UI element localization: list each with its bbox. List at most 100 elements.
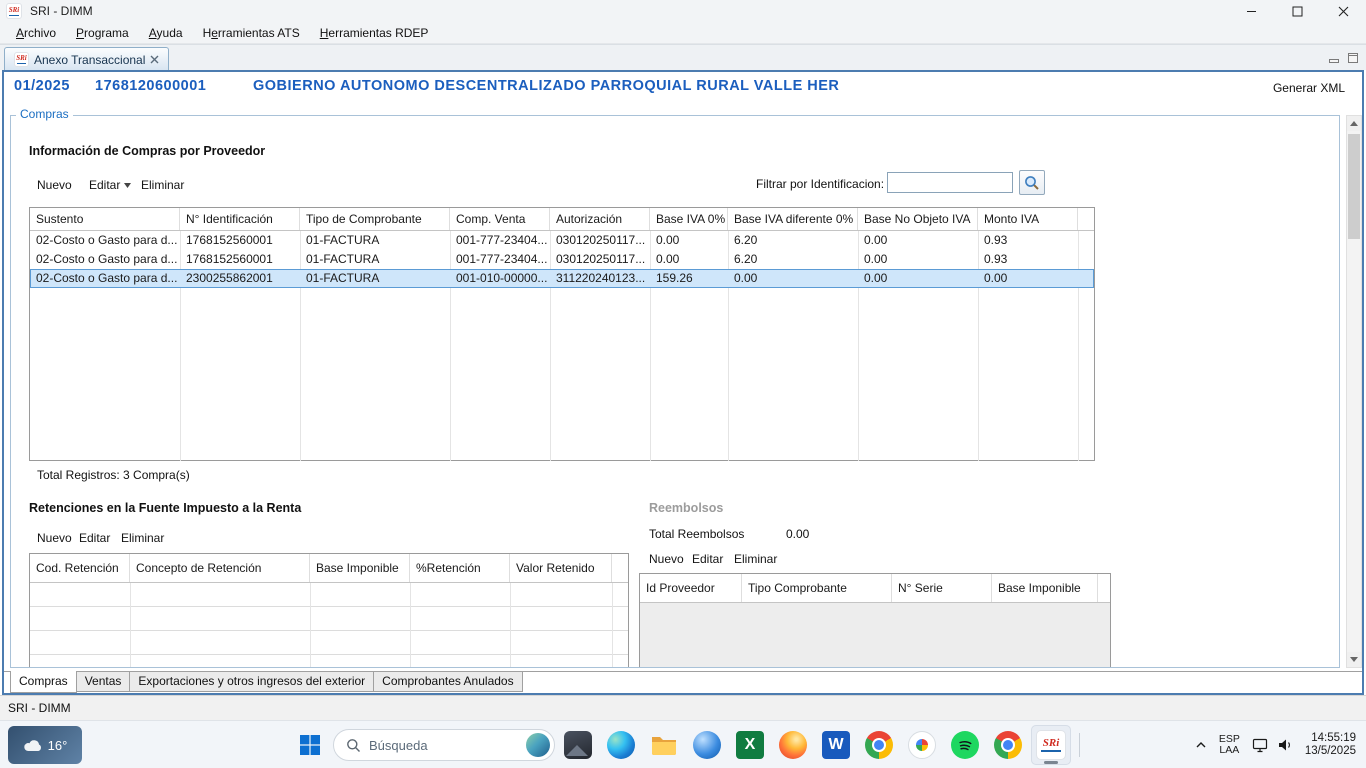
bottom-tab-ventas[interactable]: Ventas [76,672,131,692]
column-header[interactable]: Valor Retenido [510,554,612,582]
table-cell: 0.00 [978,269,1078,288]
table-row[interactable]: 02-Costo o Gasto para d... 1768152560001… [30,231,1094,250]
taskbar-divider [1079,733,1080,757]
table-cell: 6.20 [728,250,858,269]
menu-herramientas-ats[interactable]: Herramientas ATS [193,22,310,43]
retenciones-table-body[interactable] [30,583,628,668]
bottom-tab-bar: Compras Ventas Exportaciones y otros ing… [4,671,1362,693]
app-icon-photos[interactable] [558,725,598,765]
app-icon-chrome-2[interactable] [988,725,1028,765]
app-icon-sri-dimm[interactable]: SRi [1031,725,1071,765]
reembolsos-editar-button[interactable]: Editar [692,552,723,566]
column-header[interactable]: N° Identificación [180,208,300,230]
scrollbar-thumb[interactable] [1348,134,1360,239]
search-icon [1024,175,1040,191]
table-cell: 001-777-23404... [450,250,550,269]
menu-herramientas-rdep[interactable]: Herramientas RDEP [310,22,439,43]
minimize-view-icon[interactable] [1329,53,1339,63]
app-icon-word[interactable]: W [816,725,856,765]
empty-row [30,655,628,668]
language-indicator[interactable]: ESP LAA [1219,734,1240,756]
reembolsos-nuevo-button[interactable]: Nuevo [649,552,684,566]
compras-nuevo-button[interactable]: Nuevo [37,178,72,192]
bottom-tab-comprobantes-anulados[interactable]: Comprobantes Anulados [373,672,522,692]
compras-editar-button[interactable]: Editar [89,178,131,192]
filter-search-button[interactable] [1019,170,1045,195]
column-header[interactable]: %Retención [410,554,510,582]
bottom-tab-exportaciones[interactable]: Exportaciones y otros ingresos del exter… [129,672,374,692]
table-cell: 311220240123... [550,269,650,288]
table-cell: 02-Costo o Gasto para d... [30,250,180,269]
maximize-view-icon[interactable] [1348,53,1358,63]
close-icon [1338,6,1349,17]
column-header[interactable]: Concepto de Retención [130,554,310,582]
table-cell: 02-Costo o Gasto para d... [30,231,180,250]
column-header[interactable]: Base Imponible [992,574,1098,602]
clock[interactable]: 14:55:19 13/5/2025 [1305,732,1356,758]
reembolsos-table: Id Proveedor Tipo Comprobante N° Serie B… [639,573,1111,668]
minimize-button[interactable] [1228,0,1274,22]
close-button[interactable] [1320,0,1366,22]
column-header[interactable]: N° Serie [892,574,992,602]
tab-label: Anexo Transaccional [34,53,145,67]
column-header[interactable]: Tipo Comprobante [742,574,892,602]
filter-identificacion-input[interactable] [887,172,1013,193]
bottom-tab-compras[interactable]: Compras [10,671,77,693]
table-cell: 0.00 [650,250,728,269]
app-icon-excel[interactable]: X [730,725,770,765]
column-header[interactable]: Base IVA 0% [650,208,728,230]
scroll-up-arrow[interactable] [1347,116,1361,131]
retenciones-eliminar-button[interactable]: Eliminar [121,531,164,545]
menu-archivo[interactable]: Archivo [6,22,66,43]
reembolsos-title: Reembolsos [649,501,723,515]
menu-ayuda[interactable]: Ayuda [139,22,193,43]
app-icon-chrome[interactable] [859,725,899,765]
app-icon-google[interactable] [902,725,942,765]
app-icon-edge[interactable] [601,725,641,765]
column-header[interactable]: Base Imponible [310,554,410,582]
column-header[interactable]: Autorización [550,208,650,230]
reembolsos-eliminar-button[interactable]: Eliminar [734,552,777,566]
retenciones-nuevo-button[interactable]: Nuevo [37,531,72,545]
tab-anexo-transaccional[interactable]: SRi Anexo Transaccional [4,47,169,71]
app-icon-file-explorer[interactable] [644,725,684,765]
taskbar-start-button[interactable] [290,725,330,765]
menu-programa[interactable]: Programa [66,22,139,43]
weather-temp: 16° [48,738,68,753]
column-header[interactable]: Monto IVA [978,208,1078,230]
column-header[interactable]: Cod. Retención [30,554,130,582]
widgets-button[interactable]: 16° [8,726,82,764]
retenciones-editar-button[interactable]: Editar [79,531,110,545]
hidden-icons-chevron[interactable] [1195,741,1207,749]
taskbar-search[interactable]: Búsqueda [333,729,555,761]
generar-xml-button[interactable]: Generar XML [1273,81,1345,95]
column-header[interactable]: Id Proveedor [640,574,742,602]
quick-settings[interactable] [1252,737,1293,753]
minimize-icon [1246,6,1257,17]
table-cell: 0.00 [728,269,858,288]
column-header[interactable]: Base No Objeto IVA [858,208,978,230]
column-header[interactable]: Base IVA diferente 0% [728,208,858,230]
table-row-selected[interactable]: 02-Costo o Gasto para d... 2300255862001… [30,269,1094,288]
view-buttons [1329,53,1358,63]
maximize-button[interactable] [1274,0,1320,22]
tab-strip: SRi Anexo Transaccional [0,44,1366,70]
app-icon-browser[interactable] [687,725,727,765]
table-cell: 030120250117... [550,250,650,269]
app-icon-firefox[interactable] [773,725,813,765]
compras-group-label: Compras [16,107,73,121]
tray-time: 14:55:19 [1305,732,1356,745]
tab-close-icon[interactable] [150,55,159,64]
compras-table-body[interactable]: 02-Costo o Gasto para d... 1768152560001… [30,231,1094,461]
column-header[interactable]: Comp. Venta [450,208,550,230]
app-icon-spotify[interactable] [945,725,985,765]
empty-row [30,631,628,655]
page-scrollbar[interactable] [1346,115,1362,668]
table-row[interactable]: 02-Costo o Gasto para d... 1768152560001… [30,250,1094,269]
column-header[interactable]: Sustento [30,208,180,230]
table-cell: 0.00 [858,250,978,269]
column-header[interactable]: Tipo de Comprobante [300,208,450,230]
scroll-down-arrow[interactable] [1347,652,1361,667]
table-cell: 1768152560001 [180,250,300,269]
compras-eliminar-button[interactable]: Eliminar [141,178,184,192]
